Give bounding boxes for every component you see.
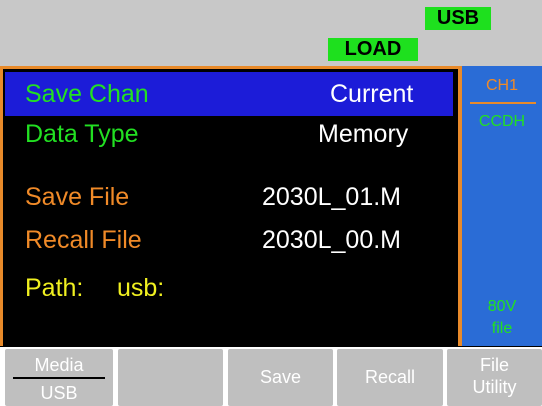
panel-border-left: [0, 66, 3, 346]
path-label: Path:: [25, 274, 84, 302]
recall-softkey[interactable]: Recall: [337, 349, 443, 406]
mode-indicator: CCDH: [478, 113, 526, 130]
file-utility-softkey-bottom: Utility: [472, 377, 517, 397]
recall-file-label: Recall File: [25, 226, 142, 254]
data-type-value[interactable]: Memory: [318, 120, 408, 149]
recall-file-value: 2030L_00.M: [262, 226, 402, 254]
media-softkey[interactable]: Media USB: [5, 349, 113, 406]
path-value: usb:: [117, 274, 165, 302]
type-indicator: file: [491, 320, 513, 337]
blank-softkey[interactable]: [118, 349, 223, 406]
save-softkey-label: Save: [259, 367, 302, 387]
load-status-badge: LOAD: [328, 38, 418, 61]
media-softkey-top: Media: [34, 355, 84, 375]
save-chan-label[interactable]: Save Chan: [25, 80, 149, 109]
channel-indicator: CH1: [485, 77, 518, 94]
data-type-label[interactable]: Data Type: [25, 120, 139, 149]
media-softkey-divider: [13, 377, 105, 379]
recall-softkey-label: Recall: [364, 367, 416, 387]
save-chan-value[interactable]: Current: [330, 80, 413, 109]
save-softkey[interactable]: Save: [228, 349, 333, 406]
file-utility-softkey[interactable]: File Utility: [447, 349, 542, 406]
media-softkey-bottom: USB: [40, 383, 78, 403]
usb-status-badge: USB: [425, 7, 491, 30]
side-divider: [470, 102, 536, 104]
save-file-value: 2030L_01.M: [262, 183, 402, 211]
voltage-indicator: 80V: [487, 298, 517, 315]
save-file-label: Save File: [25, 183, 130, 211]
file-utility-softkey-top: File: [479, 355, 509, 375]
